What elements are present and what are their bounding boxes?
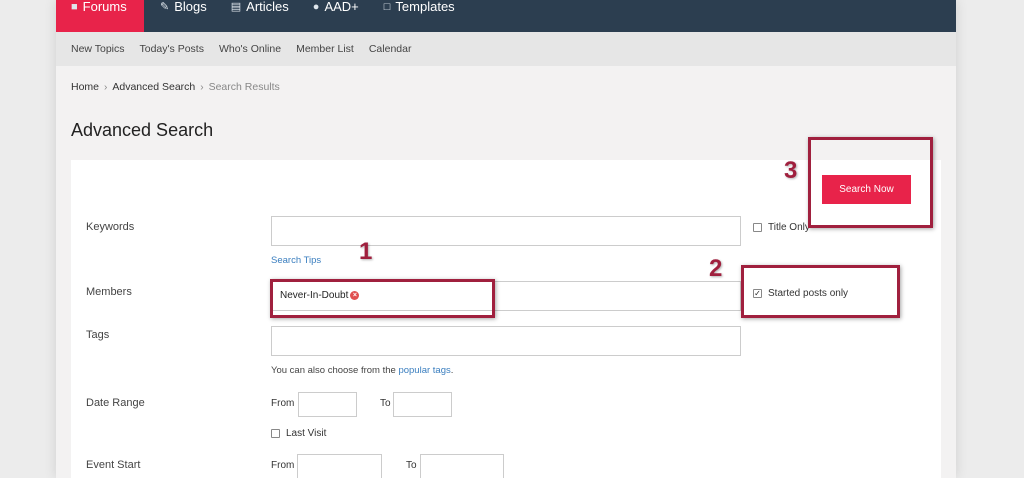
annotation-box-3 xyxy=(808,137,933,228)
event-start-label: Event Start xyxy=(86,459,141,471)
title-only-checkbox[interactable] xyxy=(753,223,762,232)
subnav-new-topics[interactable]: New Topics xyxy=(71,43,125,55)
tags-hint-end: . xyxy=(450,365,454,376)
tab-templates[interactable]: □ Templates xyxy=(384,0,455,32)
subnav-whos-online[interactable]: Who's Online xyxy=(219,43,281,55)
title-only-label: Title Only xyxy=(768,222,810,233)
date-to-label: To xyxy=(380,398,391,409)
page-container: ■ Forums ✎ Blogs ▤ Articles ● AAD+ □ Tem… xyxy=(56,0,956,478)
breadcrumb-home[interactable]: Home xyxy=(71,81,99,93)
tags-hint-text: You can also choose from the xyxy=(271,365,399,376)
subnav-todays-posts[interactable]: Today's Posts xyxy=(140,43,204,55)
event-to-label: To xyxy=(406,460,417,471)
title-only-option[interactable]: Title Only xyxy=(753,222,810,233)
subnav-member-list[interactable]: Member List xyxy=(296,43,354,55)
tab-templates-label: Templates xyxy=(395,0,455,14)
subnav-calendar[interactable]: Calendar xyxy=(369,43,412,55)
sub-nav: New Topics Today's Posts Who's Online Me… xyxy=(56,32,956,66)
popular-tags-link[interactable]: popular tags xyxy=(398,365,450,376)
date-range-label: Date Range xyxy=(86,397,145,409)
event-to-input[interactable] xyxy=(420,454,504,478)
tab-blogs-label: Blogs xyxy=(174,0,207,14)
breadcrumb-search-results: Search Results xyxy=(208,81,280,93)
date-to-input[interactable] xyxy=(393,392,452,417)
annotation-number-3: 3 xyxy=(784,157,798,184)
page-title: Advanced Search xyxy=(71,120,214,140)
page-icon: □ xyxy=(383,1,391,13)
keywords-label: Keywords xyxy=(86,221,135,233)
last-visit-option[interactable]: Last Visit xyxy=(271,428,326,439)
annotation-number-2: 2 xyxy=(709,255,723,282)
tab-articles-label: Articles xyxy=(246,0,289,14)
date-from-input[interactable] xyxy=(298,392,357,417)
tags-hint: You can also choose from the popular tag… xyxy=(271,365,453,376)
date-from-label: From xyxy=(271,398,295,409)
tab-forums-label: Forums xyxy=(82,0,127,14)
search-tips-link[interactable]: Search Tips xyxy=(271,255,321,266)
tab-blogs[interactable]: ✎ Blogs xyxy=(160,0,207,32)
chevron-right-icon: › xyxy=(200,81,204,93)
tags-label: Tags xyxy=(86,329,110,341)
members-label: Members xyxy=(86,286,132,298)
forums-icon: ■ xyxy=(71,1,78,13)
annotation-box-1 xyxy=(270,279,495,318)
article-icon: ▤ xyxy=(230,1,242,13)
users-icon: ● xyxy=(312,1,320,13)
tab-articles[interactable]: ▤ Articles xyxy=(231,0,289,32)
tab-aad-plus-label: AAD+ xyxy=(324,0,359,14)
chevron-right-icon: › xyxy=(104,81,108,93)
tab-forums[interactable]: ■ Forums xyxy=(56,0,144,32)
event-from-label: From xyxy=(271,460,295,471)
last-visit-checkbox[interactable] xyxy=(271,429,280,438)
last-visit-label: Last Visit xyxy=(286,428,327,439)
tags-input[interactable] xyxy=(271,326,741,356)
event-from-input[interactable] xyxy=(297,454,382,478)
breadcrumb-advanced-search[interactable]: Advanced Search xyxy=(112,81,195,93)
pencil-icon: ✎ xyxy=(160,1,170,13)
top-nav: ■ Forums ✎ Blogs ▤ Articles ● AAD+ □ Tem… xyxy=(56,0,956,32)
tab-aad-plus[interactable]: ● AAD+ xyxy=(313,0,359,32)
annotation-number-1: 1 xyxy=(359,238,373,265)
keywords-input[interactable] xyxy=(271,216,741,246)
breadcrumb: Home › Advanced Search › Search Results xyxy=(71,81,280,93)
annotation-box-2 xyxy=(741,265,900,318)
